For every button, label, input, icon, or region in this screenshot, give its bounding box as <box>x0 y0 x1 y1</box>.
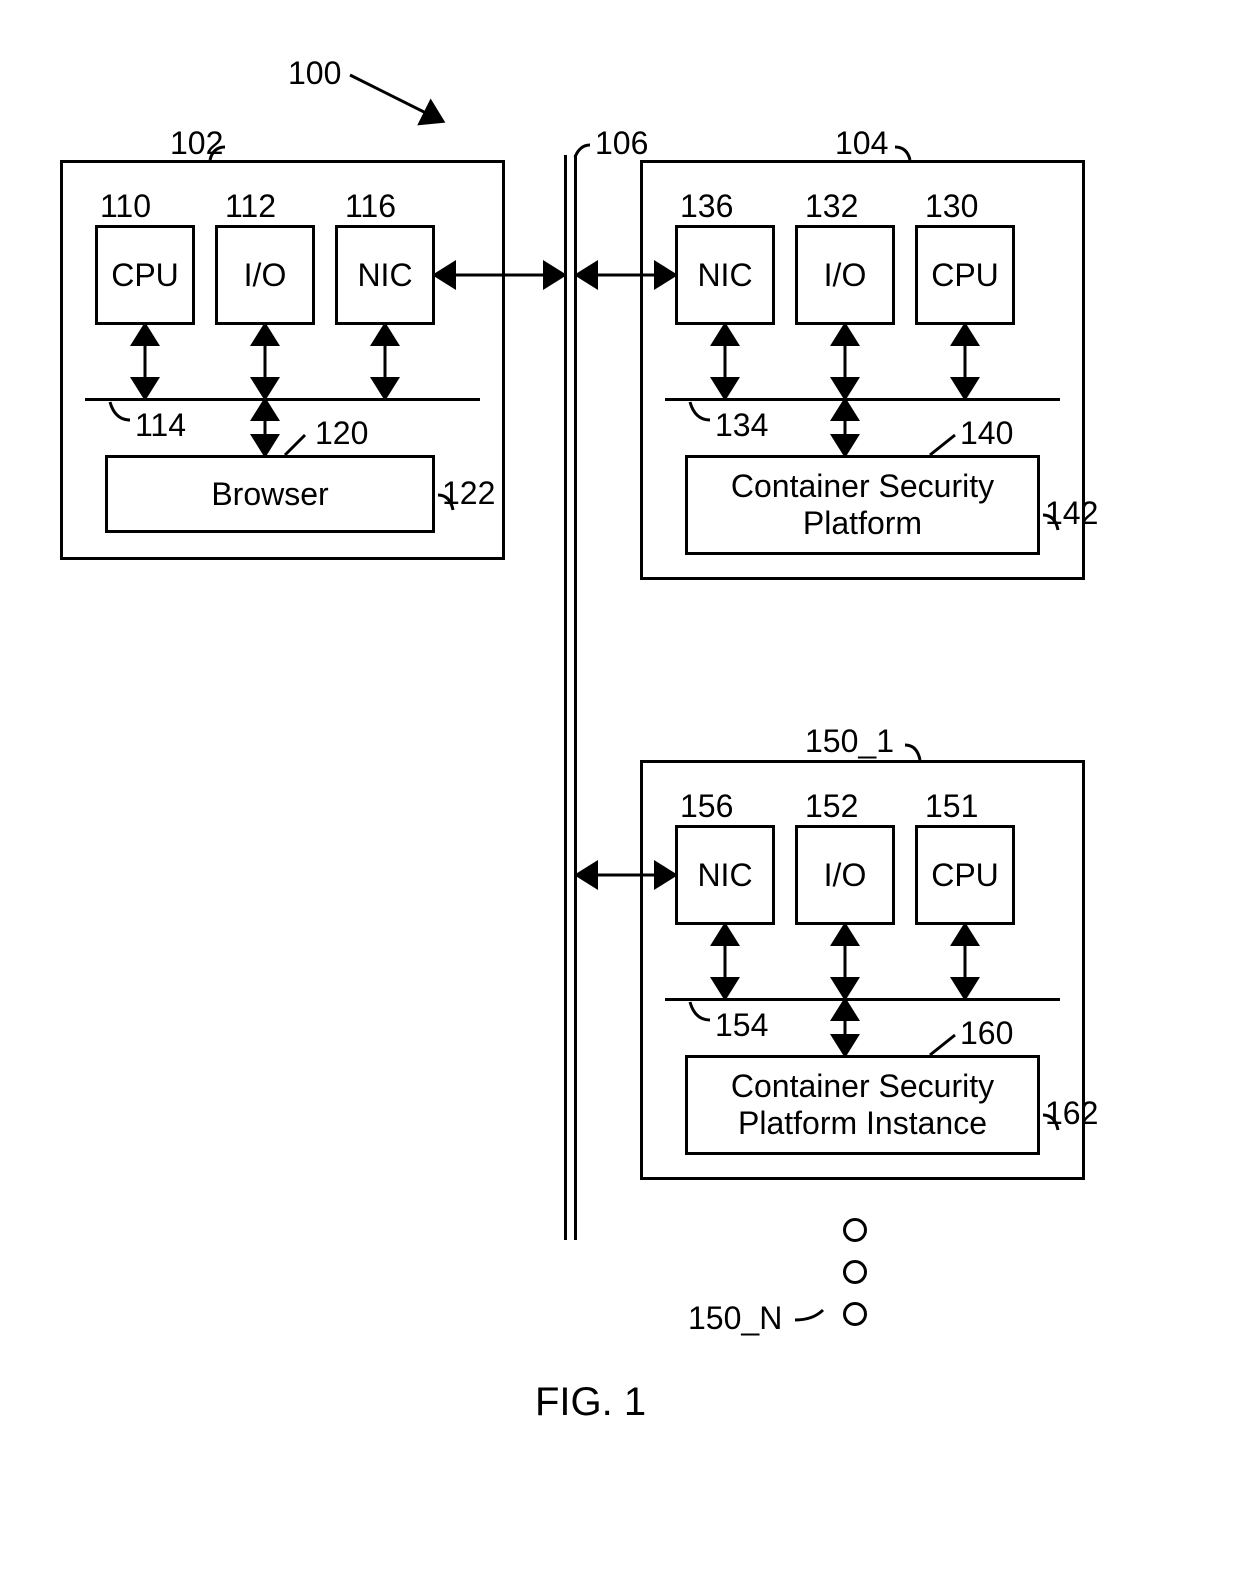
ref-160: 160 <box>960 1015 1013 1052</box>
chip-label: CPU <box>931 257 999 294</box>
network-bus <box>564 155 577 1240</box>
app-csp-instance: Container Security Platform Instance <box>685 1055 1040 1155</box>
ref-151: 151 <box>925 788 978 825</box>
chip-io-104: I/O <box>795 225 895 325</box>
chip-nic-104: NIC <box>675 225 775 325</box>
chip-label: NIC <box>357 257 412 294</box>
ref-134: 134 <box>715 407 768 444</box>
ref-100: 100 <box>288 55 341 92</box>
chip-label: NIC <box>697 257 752 294</box>
app-browser: Browser <box>105 455 435 533</box>
chip-io-102: I/O <box>215 225 315 325</box>
chip-cpu-150: CPU <box>915 825 1015 925</box>
ref-132: 132 <box>805 188 858 225</box>
chip-nic-150: NIC <box>675 825 775 925</box>
chip-cpu-102: CPU <box>95 225 195 325</box>
app-label-line1: Container Security <box>731 468 994 505</box>
bus-102 <box>85 398 480 401</box>
chip-io-150: I/O <box>795 825 895 925</box>
diagram-canvas: 100 106 102 CPU 110 I/O 112 NIC 116 114 … <box>0 0 1240 1575</box>
chip-label: CPU <box>931 857 999 894</box>
ref-140: 140 <box>960 415 1013 452</box>
ref-104: 104 <box>835 125 888 162</box>
app-csp: Container Security Platform <box>685 455 1040 555</box>
bus-150 <box>665 998 1060 1001</box>
ref-130: 130 <box>925 188 978 225</box>
ref-120: 120 <box>315 415 368 452</box>
chip-label: NIC <box>697 857 752 894</box>
figure-caption: FIG. 1 <box>535 1380 646 1425</box>
ref-116: 116 <box>345 188 396 225</box>
app-label: Browser <box>211 476 328 513</box>
ref-112: 112 <box>225 188 276 225</box>
ref-150-1: 150_1 <box>805 723 894 760</box>
ref-156: 156 <box>680 788 733 825</box>
ref-102: 102 <box>170 125 223 162</box>
ellipsis-dot <box>843 1218 867 1242</box>
chip-label: I/O <box>244 257 287 294</box>
chip-label: CPU <box>111 257 179 294</box>
ref-152: 152 <box>805 788 858 825</box>
ref-162: 162 <box>1045 1095 1098 1132</box>
ref-110: 110 <box>100 188 151 225</box>
chip-label: I/O <box>824 857 867 894</box>
ref-122: 122 <box>442 475 495 512</box>
ref-136: 136 <box>680 188 733 225</box>
chip-cpu-104: CPU <box>915 225 1015 325</box>
chip-nic-102: NIC <box>335 225 435 325</box>
ref-150-n: 150_N <box>688 1300 782 1337</box>
ref-106: 106 <box>595 125 648 162</box>
app-label-line1: Container Security <box>731 1068 994 1105</box>
ellipsis-dot <box>843 1302 867 1326</box>
app-label-line2: Platform Instance <box>738 1105 987 1142</box>
ellipsis-dot <box>843 1260 867 1284</box>
ref-154: 154 <box>715 1007 768 1044</box>
bus-104 <box>665 398 1060 401</box>
chip-label: I/O <box>824 257 867 294</box>
ref-142: 142 <box>1045 495 1098 532</box>
app-label-line2: Platform <box>803 505 922 542</box>
ref-114: 114 <box>135 407 186 444</box>
